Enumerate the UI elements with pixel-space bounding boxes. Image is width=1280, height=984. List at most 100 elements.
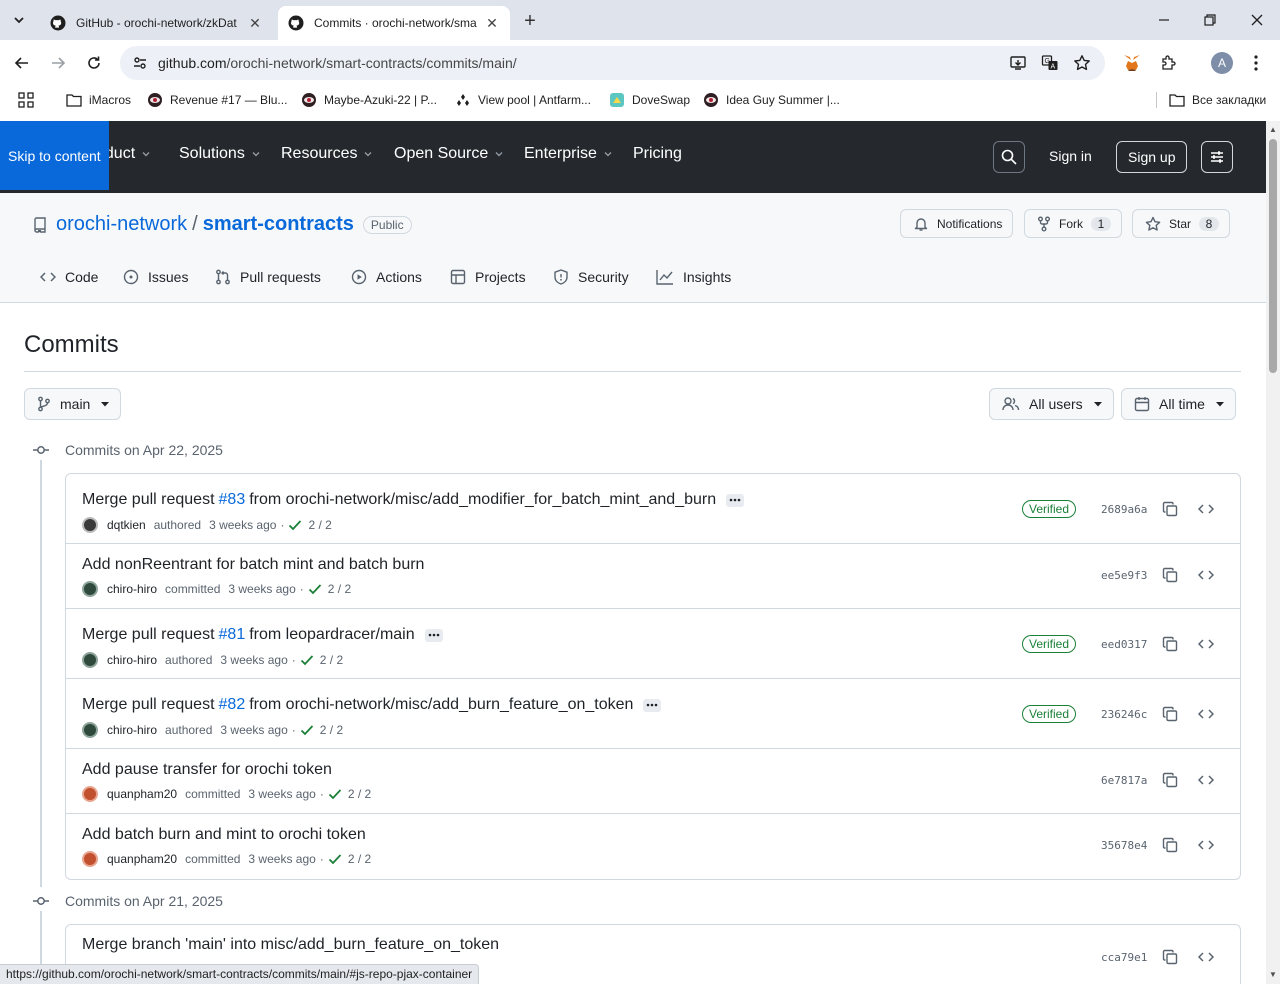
browse-repo-button[interactable] [1197,635,1215,653]
close-tab-icon[interactable]: ✕ [484,15,500,31]
copy-sha-button[interactable] [1161,635,1179,653]
bookmark-star-icon[interactable] [1070,51,1094,75]
tab-insights[interactable]: Insights [656,269,731,285]
author-link[interactable]: chiro-hiro [107,582,157,596]
nav-open-source[interactable]: Open Source [394,145,504,163]
commit-title[interactable]: Merge pull request #81 from leopardracer… [82,626,443,644]
browse-repo-button[interactable] [1197,771,1215,789]
close-tab-icon[interactable]: ✕ [247,15,263,31]
checks-count[interactable]: 2 / 2 [348,787,371,801]
commit-message[interactable]: Merge pull request [82,626,215,644]
bookmark-item[interactable]: DoveSwap [609,91,690,109]
commit-sha[interactable]: 236246c [1101,708,1147,721]
all-bookmarks-button[interactable]: Все закладки [1169,91,1266,109]
tab-security[interactable]: Security [553,269,629,285]
browser-tab-commits[interactable]: Commits · orochi-network/sma ✕ [278,6,510,40]
avatar[interactable] [82,652,98,668]
scrollbar-thumb[interactable] [1269,139,1277,373]
browser-tab-zkdatabase[interactable]: GitHub - orochi-network/zkDat ✕ [40,6,276,40]
commit-title[interactable]: Add batch burn and mint to orochi token [82,826,366,844]
author-link[interactable]: quanpham20 [107,787,177,801]
install-app-icon[interactable] [1006,51,1030,75]
browse-repo-button[interactable] [1197,566,1215,584]
checks-count[interactable]: 2 / 2 [320,653,343,667]
verified-badge[interactable]: Verified [1022,500,1077,518]
pr-link[interactable]: #83 [219,491,246,509]
notifications-button[interactable]: Notifications [900,209,1014,238]
tab-actions[interactable]: Actions [351,269,422,285]
pr-link[interactable]: #81 [219,626,246,644]
site-info-icon[interactable] [128,51,152,75]
commit-title[interactable]: Merge branch 'main' into misc/add_burn_f… [82,936,499,954]
restore-button[interactable] [1187,0,1233,40]
appearance-settings-button[interactable] [1201,141,1233,173]
checks-count[interactable]: 2 / 2 [308,518,331,532]
apps-button[interactable] [18,91,34,109]
browser-menu-icon[interactable] [1244,51,1268,75]
tab-issues[interactable]: Issues [123,269,188,285]
avatar[interactable] [82,517,98,533]
commit-title[interactable]: Merge pull request #83 from orochi-netwo… [82,491,745,509]
commit-message[interactable]: Merge pull request [82,696,215,714]
commit-message[interactable]: Add pause transfer for orochi token [82,761,332,779]
tab-code[interactable]: Code [40,269,98,285]
branch-selector[interactable]: main [24,388,122,420]
commit-title[interactable]: Add pause transfer for orochi token [82,761,332,779]
nav-resources[interactable]: Resources [281,145,373,163]
scroll-up-icon[interactable]: ▲ [1269,125,1277,134]
expand-description-button[interactable] [726,493,745,507]
avatar[interactable] [82,786,98,802]
checks-count[interactable]: 2 / 2 [320,723,343,737]
bookmark-item[interactable]: iMacros [66,91,131,109]
forward-button[interactable] [46,51,70,75]
avatar[interactable] [82,722,98,738]
translate-icon[interactable]: GA [1038,51,1062,75]
expand-description-button[interactable] [424,628,443,642]
check-icon[interactable] [328,788,342,800]
check-icon[interactable] [308,583,322,595]
tab-search-button[interactable] [7,8,31,32]
avatar[interactable] [82,851,98,867]
time-filter[interactable]: All time [1121,388,1236,420]
sign-in-link[interactable]: Sign in [1049,148,1092,164]
search-button[interactable] [993,141,1025,173]
copy-sha-button[interactable] [1161,948,1179,966]
commit-message-rest[interactable]: from orochi-network/misc/add_modifier_fo… [249,491,716,509]
bookmark-item[interactable]: Idea Guy Summer |... [703,91,840,109]
sign-up-button[interactable]: Sign up [1116,141,1188,173]
browse-repo-button[interactable] [1197,836,1215,854]
expand-description-button[interactable] [643,698,662,712]
reload-button[interactable] [82,51,106,75]
bookmark-item[interactable]: Revenue #17 — Blu... [147,91,287,109]
tab-pull-requests[interactable]: Pull requests [215,269,321,285]
copy-sha-button[interactable] [1161,771,1179,789]
extensions-puzzle-icon[interactable] [1157,51,1181,75]
commit-sha[interactable]: 2689a6a [1101,503,1147,516]
bookmark-item[interactable]: View pool | Antfarm... [455,91,591,109]
new-tab-button[interactable]: + [518,10,542,32]
copy-sha-button[interactable] [1161,705,1179,723]
verified-badge[interactable]: Verified [1022,705,1077,723]
pr-link[interactable]: #82 [219,696,246,714]
checks-count[interactable]: 2 / 2 [328,582,351,596]
verified-badge[interactable]: Verified [1022,635,1077,653]
author-link[interactable]: quanpham20 [107,852,177,866]
copy-sha-button[interactable] [1161,566,1179,584]
commit-message[interactable]: Add batch burn and mint to orochi token [82,826,366,844]
checks-count[interactable]: 2 / 2 [348,852,371,866]
commit-title[interactable]: Add nonReentrant for batch mint and batc… [82,556,424,574]
metamask-extension-icon[interactable] [1120,51,1144,75]
author-link[interactable]: chiro-hiro [107,653,157,667]
commit-message[interactable]: Add nonReentrant for batch mint and batc… [82,556,424,574]
commit-sha[interactable]: eed0317 [1101,638,1147,651]
nav-enterprise[interactable]: Enterprise [524,145,613,163]
author-link[interactable]: chiro-hiro [107,723,157,737]
profile-avatar[interactable]: A [1211,52,1233,74]
commit-message[interactable]: Merge branch 'main' into misc/add_burn_f… [82,936,499,954]
commit-sha[interactable]: 6e7817a [1101,774,1147,787]
browse-repo-button[interactable] [1197,948,1215,966]
commit-message-rest[interactable]: from leopardracer/main [249,626,414,644]
browse-repo-button[interactable] [1197,705,1215,723]
commit-title[interactable]: Merge pull request #82 from orochi-netwo… [82,696,662,714]
commit-sha[interactable]: cca79e1 [1101,951,1147,964]
